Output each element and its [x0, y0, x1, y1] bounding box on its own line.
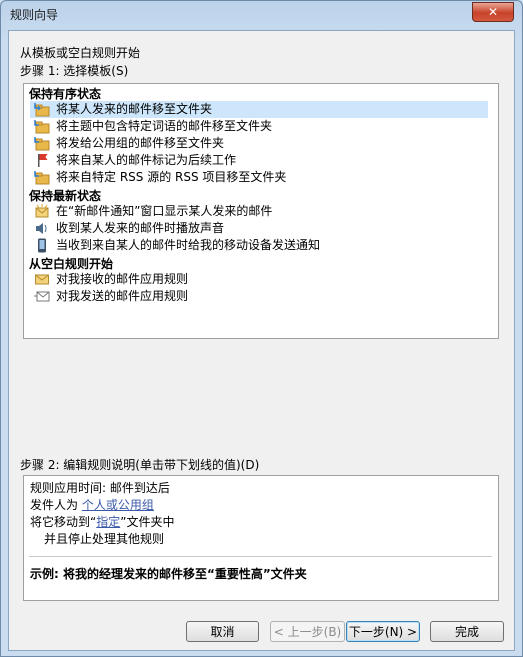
sent-mail-icon — [34, 291, 50, 302]
description-line: 将它移动到“指定”文件夹中 — [30, 513, 174, 530]
description-separator — [29, 556, 492, 557]
description-text: 发件人为 — [30, 498, 82, 512]
speaker-icon — [36, 223, 47, 234]
template-item[interactable]: 将来自特定 RSS 源的 RSS 项目移至文件夹 — [30, 169, 488, 186]
cancel-button[interactable]: 取消 — [186, 621, 259, 642]
template-item-label: 当收到来自某人的邮件时给我的移动设备发送通知 — [56, 238, 321, 252]
button-row: 取消 < 上一步(B) 下一步(N) > 完成 — [9, 609, 514, 649]
template-list[interactable]: 保持有序状态 将某人发来的邮件移至文件夹 将主题中包含特定词语的邮件移至文件夹 … — [23, 83, 499, 339]
example-text: 示例: 将我的经理发来的邮件移至“重要性高”文件夹 — [30, 567, 307, 581]
flag-icon — [38, 154, 48, 167]
template-item[interactable]: 将某人发来的邮件移至文件夹 — [30, 101, 488, 118]
group-header-blank-rule: 从空白规则开始 — [29, 257, 114, 271]
template-item[interactable]: 将主题中包含特定词语的邮件移至文件夹 — [30, 118, 488, 135]
move-folder-icon — [34, 120, 50, 134]
title-bar: 规则向导 ✕ — [1, 1, 522, 27]
template-item[interactable]: 在“新邮件通知”窗口显示某人发来的邮件 — [30, 203, 488, 220]
template-item-label: 收到某人发来的邮件时播放声音 — [56, 221, 225, 235]
mobile-device-icon — [38, 238, 46, 253]
template-item[interactable]: 将发给公用组的邮件移至文件夹 — [30, 135, 488, 152]
template-item-label: 对我发送的邮件应用规则 — [56, 289, 189, 303]
new-mail-alert-icon — [35, 204, 49, 218]
close-button[interactable]: ✕ — [472, 2, 514, 22]
window-title: 规则向导 — [10, 8, 59, 22]
rule-description-box: 规则应用时间: 邮件到达后 发件人为 个人或公用组 将它移动到“指定”文件夹中 … — [23, 475, 499, 601]
description-text: ”文件夹中 — [120, 515, 175, 529]
dialog-body: 从模板或空白规则开始 步骤 1: 选择模板(S) 保持有序状态 将某人发来的邮件… — [8, 30, 515, 651]
template-item-label: 将来自特定 RSS 源的 RSS 项目移至文件夹 — [56, 170, 287, 184]
template-item-label: 将来自某人的邮件标记为后续工作 — [56, 153, 237, 167]
description-text: 将它移动到“ — [30, 515, 97, 529]
description-line: 规则应用时间: 邮件到达后 — [30, 481, 170, 495]
template-item-label: 将发给公用组的邮件移至文件夹 — [56, 136, 225, 150]
description-line: 发件人为 个人或公用组 — [30, 496, 154, 513]
move-folder-icon — [34, 103, 50, 117]
template-item-label: 在“新邮件通知”窗口显示某人发来的邮件 — [56, 204, 273, 218]
template-item[interactable]: 将来自某人的邮件标记为后续工作 — [30, 152, 488, 169]
template-item-label: 将主题中包含特定词语的邮件移至文件夹 — [56, 119, 273, 133]
step1-label: 步骤 1: 选择模板(S) — [20, 64, 129, 78]
template-item[interactable]: 当收到来自某人的邮件时给我的移动设备发送通知 — [30, 237, 488, 254]
template-item[interactable]: 收到某人发来的邮件时播放声音 — [30, 220, 488, 237]
group-header-organized: 保持有序状态 — [29, 87, 102, 101]
heading-label: 从模板或空白规则开始 — [20, 46, 141, 60]
back-button[interactable]: < 上一步(B) — [270, 621, 345, 642]
template-item[interactable]: 对我发送的邮件应用规则 — [30, 288, 488, 305]
envelope-icon — [35, 274, 49, 285]
template-item-label: 对我接收的邮件应用规则 — [56, 272, 189, 286]
template-item-label: 将某人发来的邮件移至文件夹 — [56, 102, 213, 116]
people-or-group-link[interactable]: 个人或公用组 — [82, 498, 154, 512]
move-folder-icon — [34, 171, 50, 185]
rules-wizard-window: 规则向导 ✕ 从模板或空白规则开始 步骤 1: 选择模板(S) 保持有序状态 将… — [0, 0, 523, 657]
description-line: 并且停止处理其他规则 — [44, 532, 165, 546]
next-button[interactable]: 下一步(N) > — [346, 621, 420, 642]
specified-folder-link[interactable]: 指定 — [96, 515, 120, 529]
group-header-up-to-date: 保持最新状态 — [29, 189, 102, 203]
finish-button[interactable]: 完成 — [430, 621, 504, 642]
step2-label: 步骤 2: 编辑规则说明(单击带下划线的值)(D) — [20, 458, 260, 472]
template-item[interactable]: 对我接收的邮件应用规则 — [30, 271, 488, 288]
move-folder-icon — [34, 137, 50, 151]
